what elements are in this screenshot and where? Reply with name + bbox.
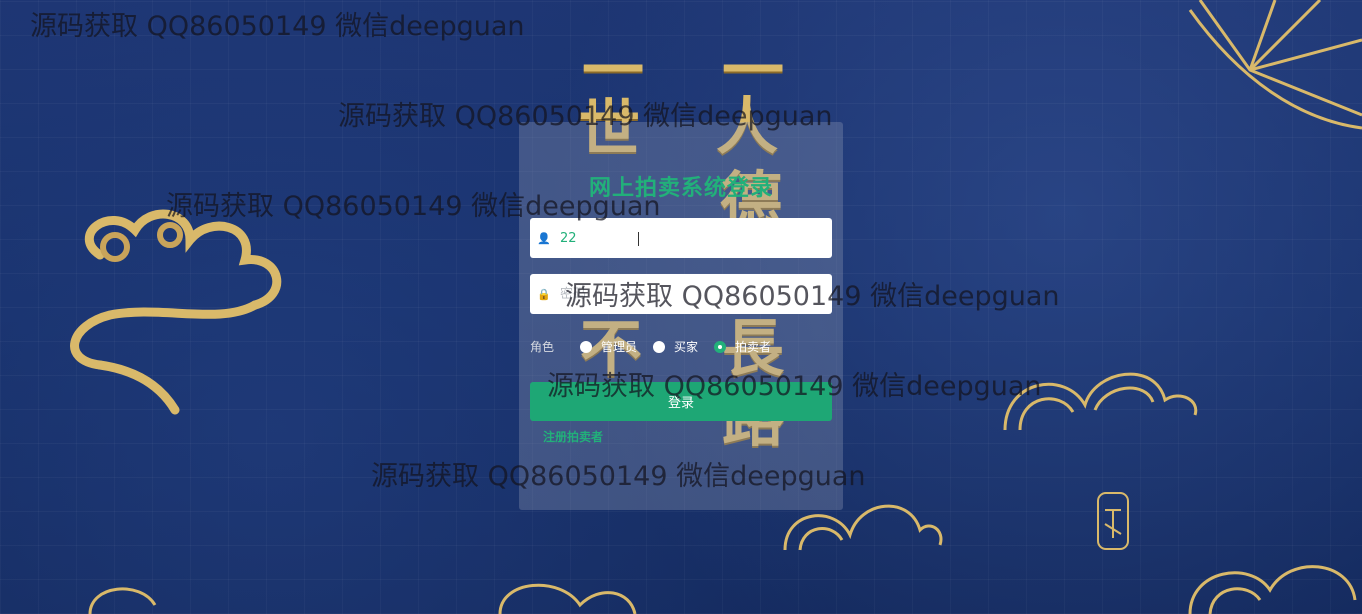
role-label: 角色 — [530, 340, 555, 354]
password-input[interactable] — [558, 285, 812, 303]
gold-fan-decoration — [1188, 0, 1362, 130]
username-field[interactable]: 👤 — [530, 218, 832, 258]
gold-cloud-decoration — [70, 209, 282, 415]
role-option-admin[interactable]: 管理员 — [580, 338, 637, 355]
username-input[interactable] — [558, 229, 812, 247]
seal-decoration — [1097, 492, 1129, 550]
gold-wave-decoration — [88, 583, 637, 614]
register-seller-link[interactable]: 注册拍卖者 — [543, 428, 603, 445]
login-panel: 网上拍卖系统登录 👤 🔒 角色 管理员 买家 拍卖者 登录 注册拍卖者 — [519, 122, 843, 510]
role-option-label: 买家 — [674, 340, 699, 354]
lock-icon: 🔒 — [537, 287, 551, 301]
password-field[interactable]: 🔒 — [530, 274, 832, 314]
gold-wave-decoration — [1188, 565, 1357, 614]
user-icon: 👤 — [537, 231, 551, 245]
radio-button[interactable] — [580, 340, 592, 353]
login-title: 网上拍卖系统登录 — [588, 176, 773, 201]
login-button[interactable]: 登录 — [530, 382, 832, 421]
role-option-buyer[interactable]: 买家 — [653, 338, 698, 355]
role-option-label: 管理员 — [601, 340, 638, 354]
radio-button-checked[interactable] — [714, 340, 727, 353]
radio-button[interactable] — [653, 340, 666, 353]
role-selector: 角色 管理员 买家 拍卖者 — [530, 338, 787, 355]
gold-wave-decoration — [1003, 372, 1198, 431]
role-option-seller[interactable]: 拍卖者 — [714, 338, 771, 355]
role-option-label: 拍卖者 — [735, 340, 772, 354]
text-cursor — [638, 232, 639, 246]
